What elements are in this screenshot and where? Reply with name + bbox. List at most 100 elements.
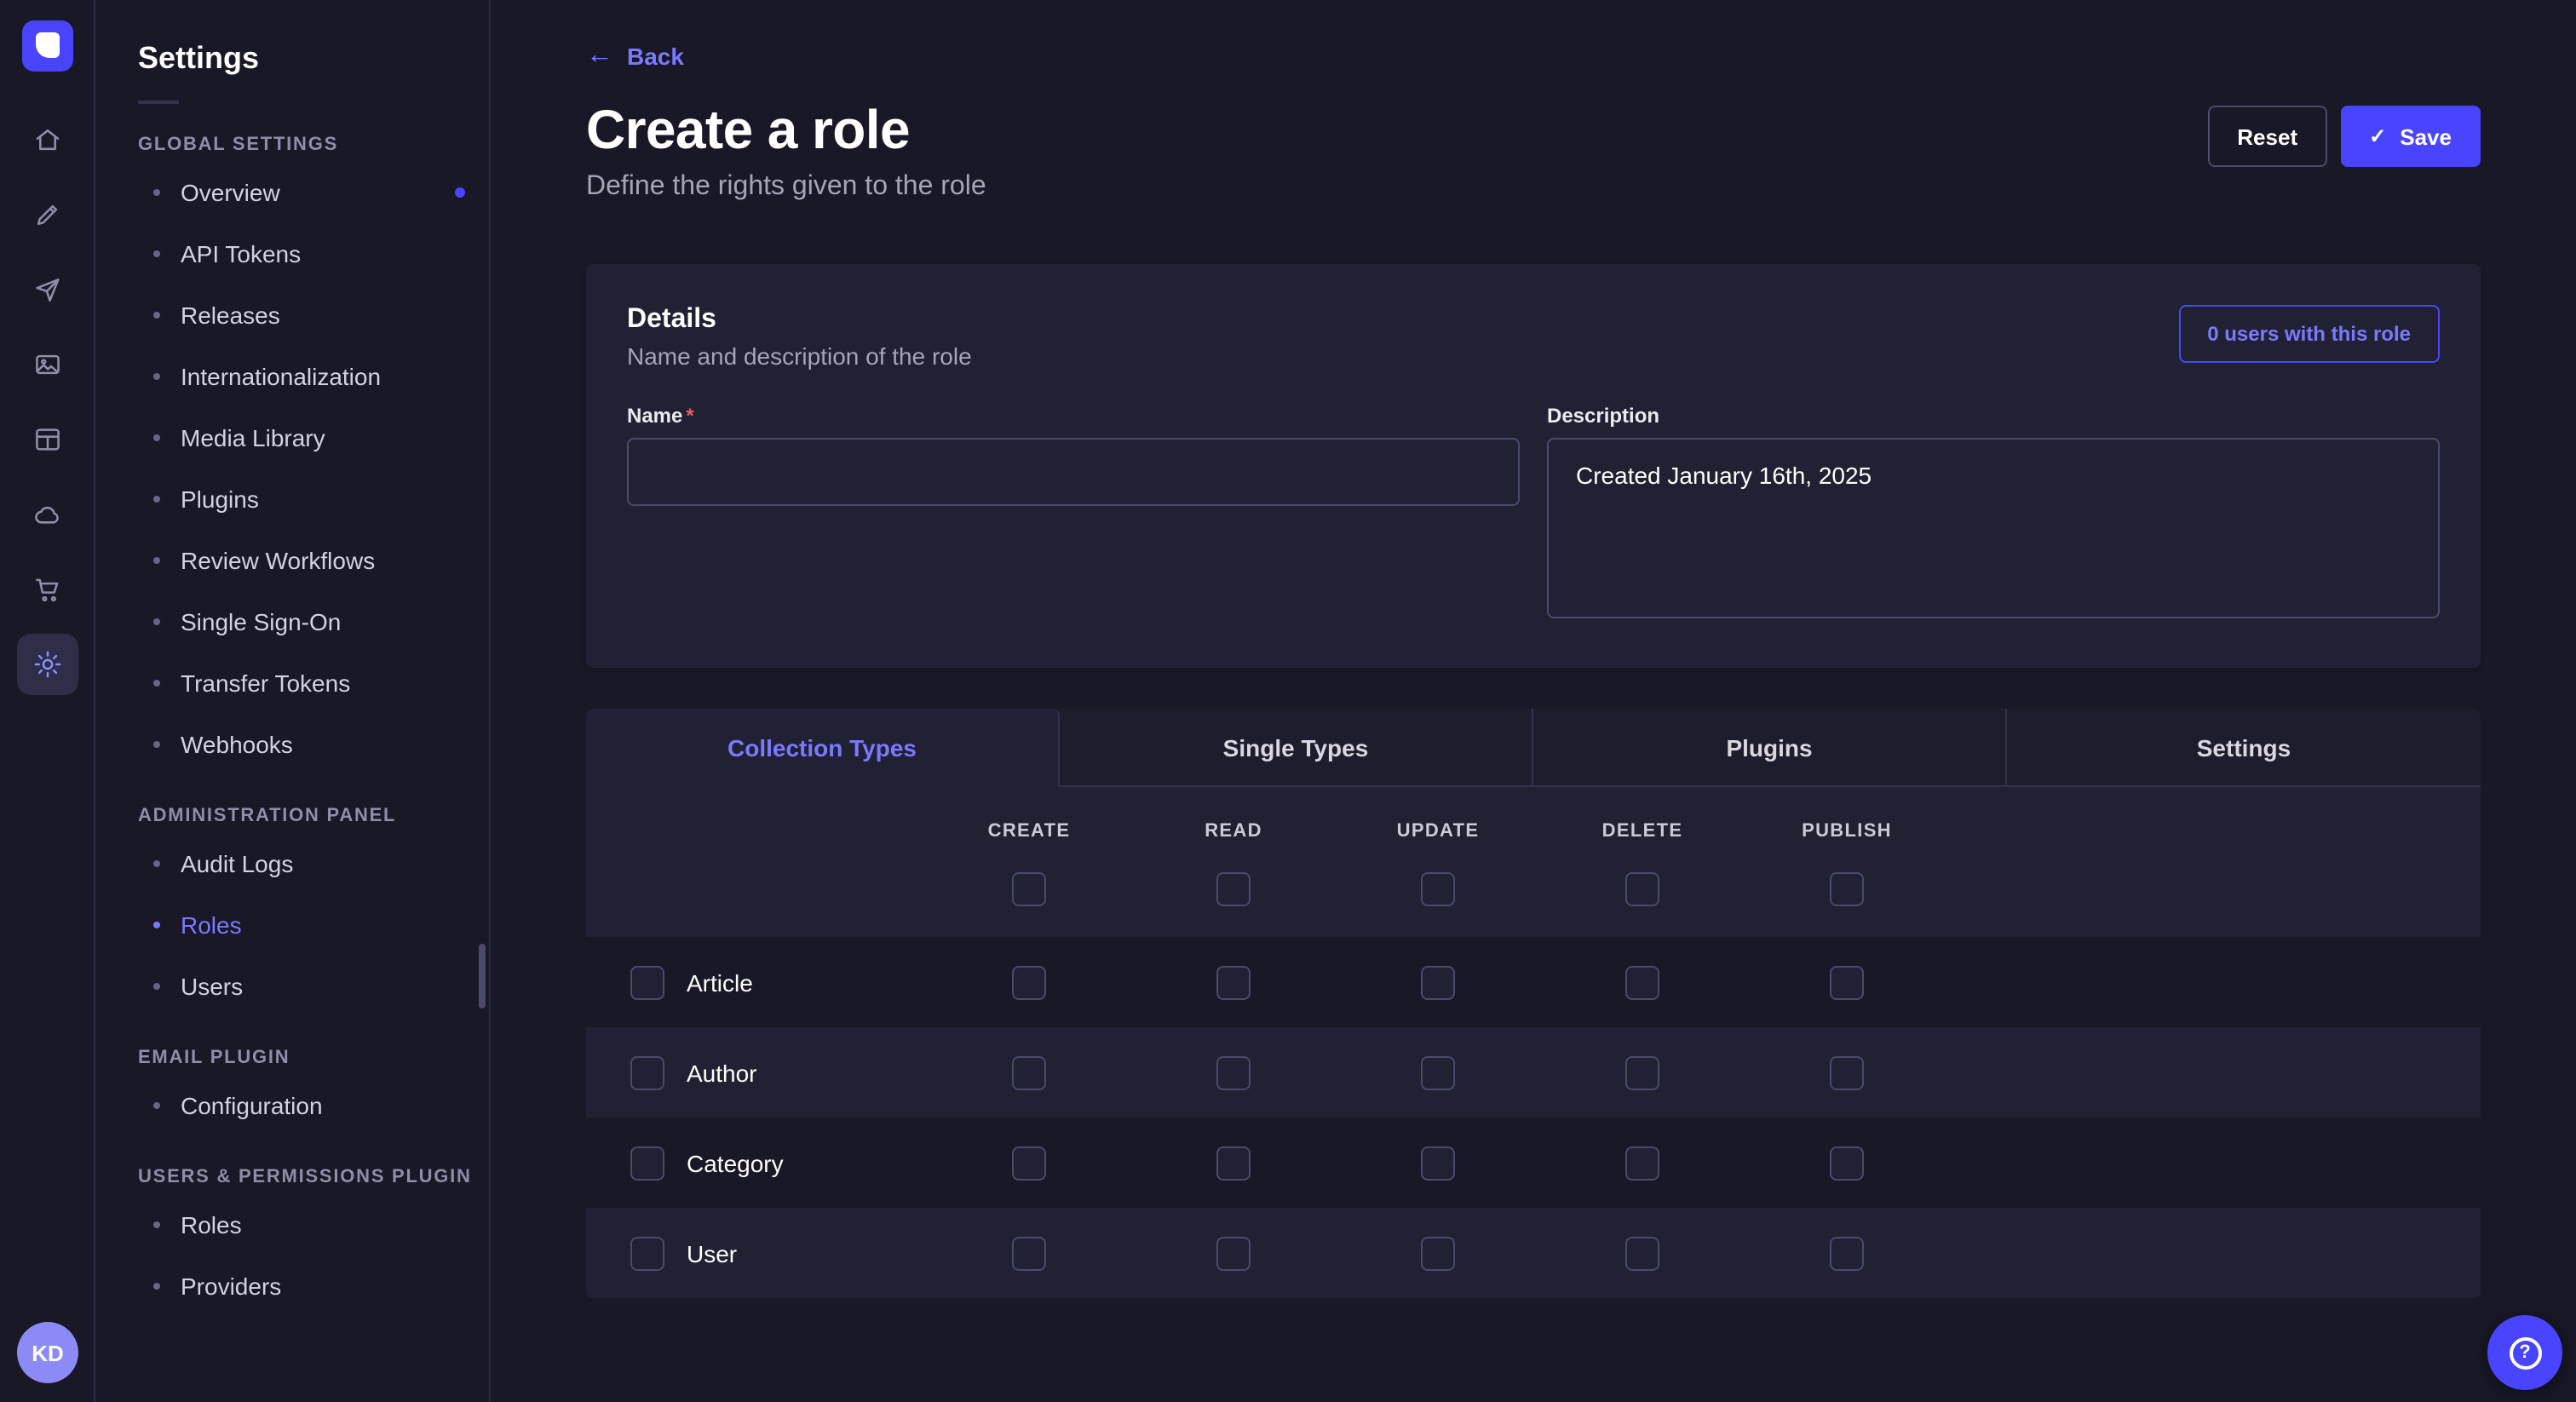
nav-home[interactable] (16, 109, 78, 170)
select-all-publish-checkbox[interactable] (1830, 872, 1864, 906)
avatar[interactable]: KD (17, 1322, 78, 1383)
article-delete-checkbox[interactable] (1625, 965, 1659, 999)
layout-icon (32, 424, 62, 455)
nav-section-global-settings: GLOBAL SETTINGS Overview API Tokens Rele… (138, 135, 489, 775)
user-row-checkbox[interactable] (630, 1236, 664, 1270)
bullet-icon (153, 860, 160, 867)
select-all-create-checkbox[interactable] (1012, 872, 1046, 906)
description-input[interactable]: Created January 16th, 2025 (1547, 438, 2440, 618)
author-create-checkbox[interactable] (1012, 1055, 1046, 1089)
user-create-checkbox[interactable] (1012, 1236, 1046, 1270)
author-read-checkbox[interactable] (1216, 1055, 1251, 1089)
details-title: Details (627, 305, 2440, 336)
sidebar-item-label: Transfer Tokens (181, 669, 350, 697)
tab-plugins[interactable]: Plugins (1533, 709, 2007, 787)
author-publish-checkbox[interactable] (1830, 1055, 1864, 1089)
check-icon: ✓ (2369, 124, 2386, 148)
author-update-checkbox[interactable] (1421, 1055, 1455, 1089)
nav-content-type-builder[interactable] (16, 409, 78, 470)
user-publish-checkbox[interactable] (1830, 1236, 1864, 1270)
tab-settings[interactable]: Settings (2007, 709, 2481, 787)
category-read-checkbox[interactable] (1216, 1146, 1251, 1180)
article-read-checkbox[interactable] (1216, 965, 1251, 999)
gear-icon (32, 649, 62, 680)
sidebar-item-providers[interactable]: Providers (138, 1255, 489, 1317)
sidebar-item-users[interactable]: Users (138, 956, 489, 1017)
bullet-icon (153, 1283, 160, 1290)
bullet-icon (153, 312, 160, 319)
description-field: Description Created January 16th, 2025 (1547, 404, 2440, 627)
sidebar-item-label: Users (181, 973, 243, 1000)
user-update-checkbox[interactable] (1421, 1236, 1455, 1270)
category-delete-checkbox[interactable] (1625, 1146, 1659, 1180)
user-delete-checkbox[interactable] (1625, 1236, 1659, 1270)
nav-releases[interactable] (16, 259, 78, 320)
reset-button[interactable]: Reset (2208, 106, 2326, 167)
notification-dot (455, 187, 465, 198)
back-link[interactable]: ← Back (586, 43, 684, 70)
settings-nav: Settings GLOBAL SETTINGS Overview API To… (97, 0, 491, 1402)
article-row-checkbox[interactable] (630, 965, 664, 999)
users-with-role-button[interactable]: 0 users with this role (2178, 305, 2440, 363)
sidebar-item-roles[interactable]: Roles (138, 894, 489, 956)
sidebar-item-single-sign-on[interactable]: Single Sign-On (138, 591, 489, 652)
sidebar-item-overview[interactable]: Overview (138, 162, 489, 223)
article-create-checkbox[interactable] (1012, 965, 1046, 999)
tab-single-types[interactable]: Single Types (1060, 709, 1533, 787)
details-subtitle: Name and description of the role (627, 342, 2440, 370)
settings-nav-title: Settings (138, 41, 489, 77)
header-actions: Reset ✓ Save (2208, 99, 2481, 167)
sidebar-item-up-roles[interactable]: Roles (138, 1194, 489, 1255)
column-header-update: UPDATE (1336, 821, 1540, 842)
sidebar-item-review-workflows[interactable]: Review Workflows (138, 530, 489, 591)
app-window: KD Settings GLOBAL SETTINGS Overview API… (0, 0, 2576, 1402)
sidebar-item-webhooks[interactable]: Webhooks (138, 714, 489, 775)
article-publish-checkbox[interactable] (1830, 965, 1864, 999)
name-input[interactable] (627, 438, 1520, 506)
nav-settings[interactable] (16, 634, 78, 695)
permission-row-category[interactable]: Category (586, 1118, 2481, 1208)
sidebar-item-internationalization[interactable]: Internationalization (138, 346, 489, 407)
permissions-card: Collection Types Single Types Plugins Se… (586, 709, 2481, 1298)
details-card: Details Name and description of the role… (586, 264, 2481, 668)
required-asterisk: * (686, 404, 693, 428)
select-all-update-checkbox[interactable] (1421, 872, 1455, 906)
permission-row-user[interactable]: User (586, 1208, 2481, 1298)
bullet-icon (153, 189, 160, 196)
main-content: ← Back Create a role Define the rights g… (491, 0, 2576, 1402)
permission-row-article[interactable]: Article (586, 937, 2481, 1027)
save-label: Save (2400, 124, 2452, 149)
sidebar-item-api-tokens[interactable]: API Tokens (138, 223, 489, 284)
sidebar-item-plugins[interactable]: Plugins (138, 468, 489, 530)
name-label: Name* (627, 404, 1520, 428)
sidebar-item-audit-logs[interactable]: Audit Logs (138, 833, 489, 894)
category-row-checkbox[interactable] (630, 1146, 664, 1180)
bullet-icon (153, 1102, 160, 1109)
nav-marketplace[interactable] (16, 559, 78, 620)
nav-section-email-plugin: EMAIL PLUGIN Configuration (138, 1048, 489, 1136)
help-button[interactable]: ? (2487, 1315, 2562, 1390)
sidebar-item-transfer-tokens[interactable]: Transfer Tokens (138, 652, 489, 714)
user-read-checkbox[interactable] (1216, 1236, 1251, 1270)
category-create-checkbox[interactable] (1012, 1146, 1046, 1180)
nav-content-manager[interactable] (16, 184, 78, 245)
sidebar-item-releases[interactable]: Releases (138, 284, 489, 346)
tab-collection-types[interactable]: Collection Types (586, 709, 1060, 787)
author-row-checkbox[interactable] (630, 1055, 664, 1089)
nav-deploy[interactable] (16, 484, 78, 545)
permission-row-author[interactable]: Author (586, 1027, 2481, 1118)
category-update-checkbox[interactable] (1421, 1146, 1455, 1180)
scrollbar-thumb[interactable] (479, 944, 486, 1008)
select-all-delete-checkbox[interactable] (1625, 872, 1659, 906)
sidebar-item-configuration[interactable]: Configuration (138, 1075, 489, 1136)
sidebar-item-media-library[interactable]: Media Library (138, 407, 489, 468)
bullet-icon (153, 496, 160, 503)
strapi-logo[interactable] (21, 20, 72, 72)
nav-media-library[interactable] (16, 334, 78, 395)
save-button[interactable]: ✓ Save (2340, 106, 2481, 167)
category-publish-checkbox[interactable] (1830, 1146, 1864, 1180)
image-icon (32, 349, 62, 380)
article-update-checkbox[interactable] (1421, 965, 1455, 999)
select-all-read-checkbox[interactable] (1216, 872, 1251, 906)
author-delete-checkbox[interactable] (1625, 1055, 1659, 1089)
